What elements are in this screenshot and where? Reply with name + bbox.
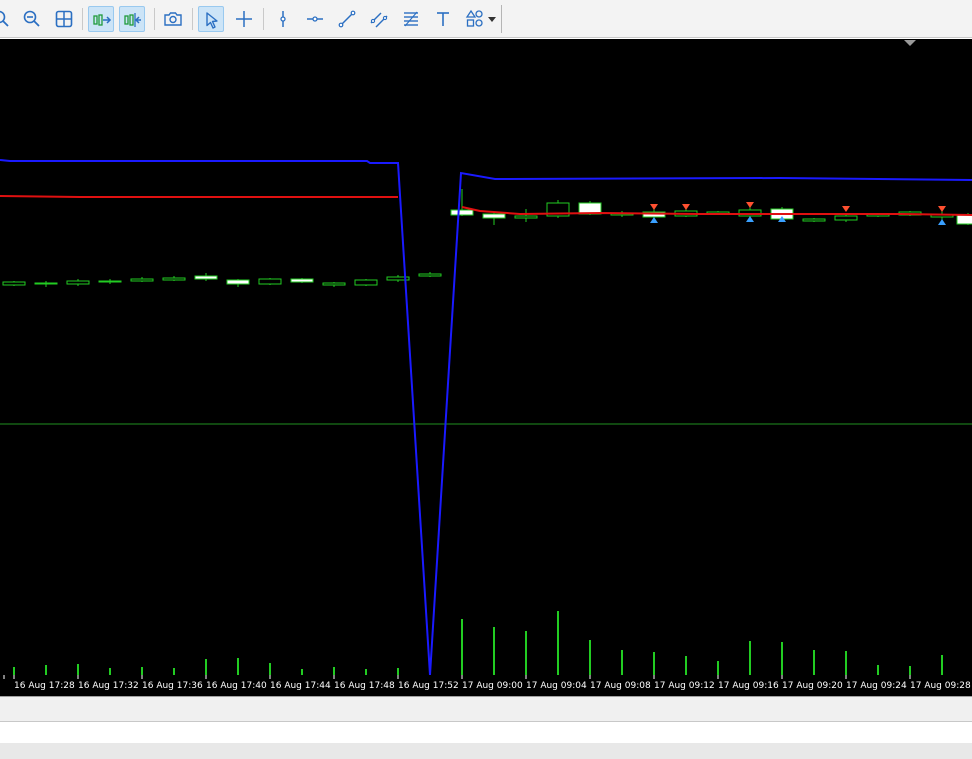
cursor-button[interactable] (198, 6, 224, 32)
zoom-in-button[interactable] (0, 6, 14, 32)
chart-toolbar (0, 0, 972, 38)
candlesticks (2, 189, 972, 287)
chart-tabs-bar[interactable] (0, 696, 972, 722)
red-indicator-line-right (461, 206, 972, 216)
grid-button[interactable] (51, 6, 77, 32)
candle-body (2, 281, 26, 286)
blue-indicator-line (0, 159, 972, 676)
vertical-line-icon (280, 11, 286, 27)
shapes-button[interactable] (462, 6, 498, 32)
sell-arrow-icon (682, 204, 690, 210)
equidistant-channel-button[interactable] (366, 6, 392, 32)
chart-shift-icon (124, 13, 141, 27)
zoom-in-icon (0, 10, 9, 27)
text-button[interactable] (430, 6, 456, 32)
candle-body (514, 215, 538, 219)
horizontal-line-icon (307, 16, 323, 22)
candle-body (482, 213, 506, 219)
price-chart[interactable]: 416 Aug 17:2816 Aug 17:3216 Aug 17:3616 … (0, 39, 972, 696)
time-axis-label: 16 Aug 17:52 (398, 681, 459, 691)
candle-body (290, 278, 314, 283)
time-axis-label: 17 Aug 09:04 (526, 681, 587, 691)
chart-shift-button[interactable] (119, 6, 145, 32)
camera-icon (164, 12, 182, 26)
candle-body (738, 209, 762, 217)
zoom-out-icon (23, 10, 40, 27)
auto-scroll-button[interactable] (88, 6, 114, 32)
candle-body (34, 282, 58, 285)
toolbar-end-divider (501, 5, 502, 33)
candle-body (322, 282, 346, 286)
buy-arrow-icon (938, 219, 946, 225)
trend-line-button[interactable] (334, 6, 360, 32)
time-axis-label: 17 Aug 09:12 (654, 681, 715, 691)
terminal-panel (0, 722, 972, 743)
candle-body (98, 280, 122, 283)
sell-arrow-icon (746, 202, 754, 208)
fibonacci-button[interactable] (398, 6, 424, 32)
chart-canvas[interactable]: 416 Aug 17:2816 Aug 17:3216 Aug 17:3616 … (0, 39, 972, 696)
trend-line-icon (338, 10, 356, 28)
time-axis-label: 17 Aug 09:00 (462, 681, 523, 691)
buy-arrow-icon (650, 217, 658, 223)
text-icon (437, 12, 449, 26)
candle-body (66, 280, 90, 285)
sell-arrow-icon (938, 206, 946, 212)
time-axis: 416 Aug 17:2816 Aug 17:3216 Aug 17:3616 … (3, 675, 971, 691)
fibonacci-icon (404, 11, 418, 27)
candle-body (802, 218, 826, 222)
candle-body (418, 273, 442, 277)
toolbar-separator (82, 8, 83, 30)
chart-scroll-marker (904, 40, 916, 46)
auto-scroll-icon (93, 14, 112, 26)
candle-body (834, 215, 858, 221)
buy-arrow-icon (746, 216, 754, 222)
vertical-line-button[interactable] (270, 6, 296, 32)
chevron-down-icon (488, 17, 496, 22)
time-axis-label: 16 Aug 17:36 (142, 681, 203, 691)
channel-icon (370, 12, 388, 28)
time-axis-label: 17 Aug 09:16 (718, 681, 779, 691)
candle-body (354, 279, 378, 286)
toolbar-separator (263, 8, 264, 30)
toolbar-separator (154, 8, 155, 30)
time-axis-label: 16 Aug 17:48 (334, 681, 395, 691)
time-axis-label: 17 Aug 09:20 (782, 681, 843, 691)
toolbar-separator (192, 8, 193, 30)
time-axis-label: 17 Aug 09:28 (910, 681, 971, 691)
status-bar (0, 743, 972, 759)
sell-arrow-icon (842, 206, 850, 212)
time-axis-label: 16 Aug 17:32 (78, 681, 139, 691)
candle-body (162, 277, 186, 281)
screenshot-button[interactable] (160, 6, 186, 32)
cursor-icon (206, 12, 218, 29)
candle-body (450, 209, 474, 216)
terminal-area (0, 696, 972, 759)
grid-icon (55, 10, 73, 28)
time-axis-label: 16 Aug 17:40 (206, 681, 267, 691)
time-axis-label: 16 Aug 17:44 (270, 681, 331, 691)
candle-body (258, 278, 282, 285)
horizontal-line-button[interactable] (302, 6, 328, 32)
time-axis-label: 16 Aug 17:28 (14, 681, 75, 691)
candle-body (194, 275, 218, 280)
crosshair-button[interactable] (231, 6, 257, 32)
candle-body (130, 278, 154, 282)
red-indicator-line (0, 195, 398, 198)
candle-body (226, 279, 250, 285)
time-axis-label: 17 Aug 09:24 (846, 681, 907, 691)
zoom-out-button[interactable] (19, 6, 45, 32)
time-axis-label: 17 Aug 09:08 (590, 681, 651, 691)
sell-arrow-icon (650, 204, 658, 210)
crosshair-icon (236, 11, 252, 27)
candle-body (956, 214, 972, 225)
volume-bars (13, 611, 943, 675)
shapes-icon (465, 9, 483, 27)
